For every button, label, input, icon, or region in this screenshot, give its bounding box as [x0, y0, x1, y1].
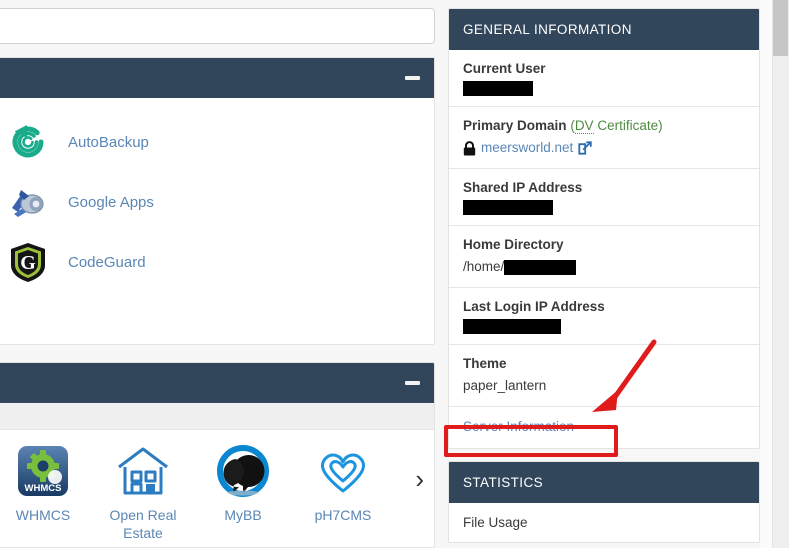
table-row: Primary Domain (DV Certificate) meerswor…	[449, 107, 759, 169]
general-information-title: GENERAL INFORMATION	[463, 22, 632, 37]
info-value: paper_lantern	[463, 378, 547, 393]
list-item[interactable]: Google Apps	[0, 172, 434, 232]
list-item[interactable]: G CodeGuard	[0, 232, 434, 292]
table-row: Server Information	[449, 407, 759, 448]
home-directory-value: /home/	[463, 259, 505, 274]
table-row: Home Directory /home/	[449, 226, 759, 288]
redacted-value	[463, 81, 533, 96]
scrollbar-track[interactable]	[772, 0, 789, 548]
info-label-text: Primary Domain	[463, 118, 567, 133]
applications-panel: WHMCS WHMCS Open Real Estate MyBB pH7CMS…	[0, 362, 435, 548]
list-item[interactable]: WHMCS WHMCS	[0, 442, 93, 524]
info-label: Home Directory	[463, 237, 564, 252]
list-item[interactable]: pH7CMS	[293, 442, 393, 524]
codeguard-icon: G	[6, 240, 50, 284]
search-input[interactable]	[0, 9, 434, 43]
general-information-panel: GENERAL INFORMATION Current User Primary…	[448, 8, 760, 449]
app-label[interactable]: MyBB	[224, 506, 261, 524]
table-row: Shared IP Address	[449, 169, 759, 226]
file-usage-label: File Usage	[463, 515, 528, 530]
info-label: Current User	[463, 61, 546, 76]
list-item[interactable]: MyBB	[193, 442, 293, 524]
search-field-container[interactable]	[0, 8, 435, 44]
applications-carousel: WHMCS WHMCS Open Real Estate MyBB pH7CMS…	[0, 430, 434, 547]
server-information-link[interactable]: Server Information	[463, 419, 574, 434]
mybb-icon	[214, 442, 272, 500]
table-row: Current User	[449, 50, 759, 107]
redacted-value	[463, 319, 561, 334]
chevron-right-icon[interactable]: ›	[415, 466, 424, 492]
google-apps-icon	[6, 180, 50, 224]
statistics-header: STATISTICS	[449, 462, 759, 503]
addon-label[interactable]: AutoBackup	[68, 134, 149, 151]
collapse-minus-icon[interactable]	[405, 76, 420, 80]
info-label: Shared IP Address	[463, 180, 583, 195]
left-column: AutoBackup Google Apps G CodeGuard WHMCS…	[0, 0, 437, 548]
info-value: /home/	[463, 257, 745, 277]
whmcs-icon: WHMCS	[14, 442, 72, 500]
info-label: Last Login IP Address	[463, 299, 605, 314]
cpanel-screen: AutoBackup Google Apps G CodeGuard WHMCS…	[0, 0, 789, 548]
info-value	[463, 319, 745, 334]
table-row: File Usage	[449, 503, 759, 542]
collapse-minus-icon[interactable]	[405, 381, 420, 385]
applications-subbar	[0, 403, 434, 430]
info-label: Theme	[463, 356, 507, 371]
external-link-icon[interactable]	[578, 141, 592, 155]
app-label[interactable]: pH7CMS	[315, 506, 372, 524]
list-item[interactable]: Open Real Estate	[93, 442, 193, 542]
applications-panel-header	[0, 363, 434, 403]
app-label[interactable]: Open Real Estate	[100, 506, 186, 542]
primary-domain-link[interactable]: meersworld.net	[481, 138, 573, 158]
dv-abbr: DV	[574, 118, 594, 134]
scrollbar-thumb[interactable]	[773, 0, 788, 56]
ph7cms-icon	[314, 442, 372, 500]
info-label: Primary Domain (DV Certificate)	[463, 116, 745, 135]
dv-certificate-label: (DV Certificate)	[570, 118, 663, 134]
addons-panel: AutoBackup Google Apps G CodeGuard	[0, 57, 435, 345]
table-row: Last Login IP Address	[449, 288, 759, 345]
info-value: meersworld.net	[463, 138, 745, 158]
svg-text:G: G	[20, 252, 36, 274]
scroll-gutter	[760, 0, 772, 548]
autobackup-icon	[6, 120, 50, 164]
addons-panel-body: AutoBackup Google Apps G CodeGuard	[0, 98, 434, 292]
lock-icon	[463, 140, 476, 156]
statistics-panel: STATISTICS File Usage	[448, 461, 760, 543]
redacted-value	[504, 259, 577, 275]
table-row: Theme paper_lantern	[449, 345, 759, 407]
info-value	[463, 81, 745, 96]
general-information-header: GENERAL INFORMATION	[449, 9, 759, 50]
list-item[interactable]: AutoBackup	[0, 112, 434, 172]
right-column: GENERAL INFORMATION Current User Primary…	[448, 8, 760, 543]
app-label[interactable]: WHMCS	[16, 506, 70, 524]
info-value	[463, 200, 745, 215]
open-real-estate-icon	[114, 442, 172, 500]
svg-text:WHMCS: WHMCS	[25, 483, 62, 494]
addons-panel-header	[0, 58, 434, 98]
addon-label[interactable]: Google Apps	[68, 194, 154, 211]
redacted-value	[463, 200, 553, 215]
statistics-title: STATISTICS	[463, 475, 544, 490]
addon-label[interactable]: CodeGuard	[68, 254, 146, 271]
